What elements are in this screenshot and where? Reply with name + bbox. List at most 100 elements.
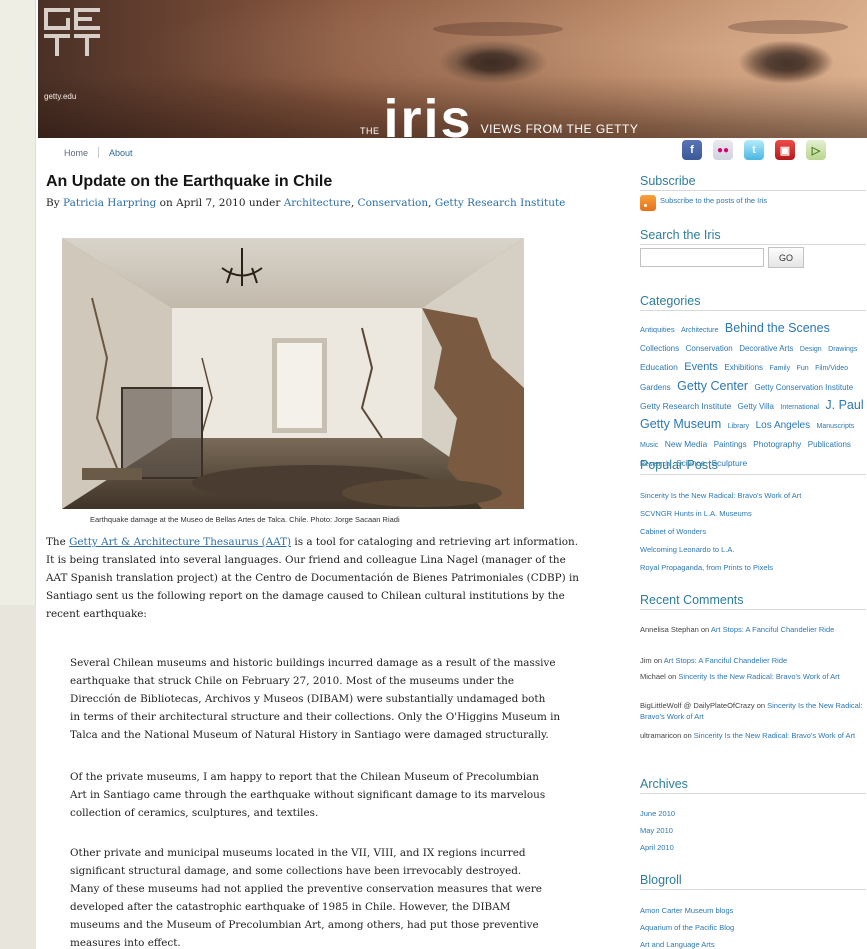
comment-on: on bbox=[653, 656, 663, 665]
category-tag[interactable]: Decorative Arts bbox=[739, 344, 793, 353]
intro-line: The Getty Art & Architecture Thesaurus (… bbox=[46, 533, 586, 551]
category-tag[interactable]: Design bbox=[800, 346, 822, 353]
intro-line-text: is a tool for cataloging and retrieving … bbox=[294, 536, 579, 548]
category-tag[interactable]: Publications bbox=[808, 440, 851, 449]
blockquote-paragraph-1: Several Chilean museums and historic bui… bbox=[70, 654, 570, 744]
category-tag[interactable]: Family bbox=[770, 365, 791, 372]
category-tag[interactable]: Conservation bbox=[686, 344, 733, 353]
recent-comments-heading: Recent Comments bbox=[640, 593, 866, 610]
video-icon[interactable]: ▷ bbox=[806, 140, 826, 160]
category-link[interactable]: Conservation bbox=[358, 197, 429, 209]
search-go-button[interactable]: GO bbox=[768, 247, 804, 268]
category-tag[interactable]: Los Angeles bbox=[756, 420, 811, 431]
byline-by: By bbox=[46, 197, 60, 209]
quote-line: measures into effect. bbox=[70, 937, 181, 949]
comment-post-link[interactable]: Art Stops: A Fanciful Chandelier Ride bbox=[711, 625, 834, 634]
archive-link[interactable]: May 2010 bbox=[640, 825, 866, 836]
popular-post-link[interactable]: Welcoming Leonardo to L.A. bbox=[640, 544, 866, 555]
category-tag[interactable]: Fun bbox=[797, 365, 809, 372]
post-author-link[interactable]: Patricia Harpring bbox=[63, 197, 156, 209]
categories-heading: Categories bbox=[640, 294, 866, 311]
category-tag[interactable]: Photography bbox=[753, 439, 801, 449]
category-tag[interactable]: Library bbox=[728, 423, 749, 430]
category-tag[interactable]: Getty Research Institute bbox=[640, 401, 731, 411]
category-tag[interactable]: Paintings bbox=[714, 440, 747, 449]
quote-line: Dirección de Bibliotecas, Archivos y Mus… bbox=[70, 693, 546, 705]
comment-author: Jim bbox=[640, 656, 652, 665]
twitter-icon[interactable]: t bbox=[744, 140, 764, 160]
popular-post-link[interactable]: Cabinet of Wonders bbox=[640, 526, 866, 537]
archive-link[interactable]: April 2010 bbox=[640, 842, 866, 853]
recent-comment: ultramaricon on Sincerity Is the New Rad… bbox=[640, 730, 866, 741]
intro-line: AAT Spanish translation project) at the … bbox=[46, 572, 579, 584]
popular-post-link[interactable]: SCVNGR Hunts in L.A. Museums bbox=[640, 508, 866, 519]
category-tag[interactable]: Film/Video bbox=[815, 365, 848, 372]
category-tag[interactable]: Getty Villa bbox=[738, 402, 774, 411]
blogroll-link[interactable]: Amon Carter Museum blogs bbox=[640, 905, 866, 916]
quote-line: Several Chilean museums and historic bui… bbox=[70, 657, 556, 669]
category-link[interactable]: Architecture bbox=[284, 197, 351, 209]
search-heading: Search the Iris bbox=[640, 228, 866, 245]
category-tag[interactable]: Education bbox=[640, 362, 678, 372]
blog-title[interactable]: THE iris VIEWS FROM THE GETTY bbox=[360, 92, 638, 146]
facebook-icon[interactable]: f bbox=[682, 140, 702, 160]
quote-line: museums and the Museum of Precolumbian A… bbox=[70, 919, 539, 931]
comment-post-link[interactable]: Art Stops: A Fanciful Chandelier Ride bbox=[664, 656, 787, 665]
category-tag[interactable]: Collections bbox=[640, 344, 679, 353]
blog-title-prefix: THE bbox=[360, 126, 380, 136]
blockquote-paragraph-2: Of the private museums, I am happy to re… bbox=[70, 768, 570, 822]
intro-paragraph: The Getty Art & Architecture Thesaurus (… bbox=[46, 533, 586, 623]
quote-line: Talca and the National Museum of Natural… bbox=[70, 729, 549, 741]
comment-post-link[interactable]: Sincerity Is the New Radical: Bravo's Wo… bbox=[694, 731, 855, 740]
earthquake-damage-photo[interactable] bbox=[62, 238, 524, 509]
category-link[interactable]: Getty Research Institute bbox=[435, 197, 566, 209]
category-tag[interactable]: Getty Center bbox=[677, 379, 748, 393]
archive-link[interactable]: June 2010 bbox=[640, 808, 866, 819]
category-tag[interactable]: New Media bbox=[665, 439, 708, 449]
popular-post-link[interactable]: Royal Propaganda, from Prints to Pixels bbox=[640, 562, 866, 573]
getty-url[interactable]: getty.edu bbox=[44, 92, 76, 101]
subscribe-heading: Subscribe bbox=[640, 174, 866, 191]
comment-on: on bbox=[683, 731, 692, 740]
flickr-icon[interactable]: ●● bbox=[713, 140, 733, 160]
search-input[interactable] bbox=[640, 248, 764, 267]
popular-post-link[interactable]: Sincerity Is the New Radical: Bravo's Wo… bbox=[640, 490, 866, 501]
blockquote-paragraph-3: Other private and municipal museums loca… bbox=[70, 844, 570, 949]
rss-icon[interactable] bbox=[640, 195, 656, 211]
category-tag[interactable]: Exhibitions bbox=[724, 363, 763, 372]
category-cloud: Antiquities Architecture Behind the Scen… bbox=[640, 318, 866, 472]
category-tag[interactable]: Gardens bbox=[640, 383, 671, 392]
blogroll-link[interactable]: Aquarium of the Pacific Blog bbox=[640, 922, 866, 933]
popular-posts-heading: Popular Posts bbox=[640, 458, 866, 475]
recent-comment: Jim on Art Stops: A Fanciful Chandelier … bbox=[640, 655, 866, 666]
nav-divider bbox=[98, 147, 100, 158]
social-icons: f ●● t ▣ ▷ bbox=[682, 140, 826, 160]
category-tag[interactable]: Music bbox=[640, 442, 658, 449]
quote-line: collection of ceramics, sculptures, and … bbox=[70, 807, 319, 819]
quote-line: Of the private museums, I am happy to re… bbox=[70, 771, 539, 783]
nav-home[interactable]: Home bbox=[64, 148, 88, 158]
nav-about[interactable]: About bbox=[109, 148, 133, 158]
aat-link[interactable]: Getty Art & Architecture Thesaurus (AAT) bbox=[69, 536, 291, 548]
quote-line: Many of these museums had not applied th… bbox=[70, 883, 542, 895]
youtube-icon[interactable]: ▣ bbox=[775, 140, 795, 160]
category-tag[interactable]: Drawings bbox=[828, 346, 857, 353]
subscribe-link[interactable]: Subscribe to the posts of the Iris bbox=[660, 195, 860, 206]
category-tag[interactable]: Getty Conservation Institute bbox=[754, 383, 853, 392]
category-tag[interactable]: Architecture bbox=[681, 327, 718, 334]
comment-on: on bbox=[667, 672, 677, 681]
comment-author: ultramaricon bbox=[640, 731, 682, 740]
post-date: on April 7, 2010 under bbox=[159, 197, 281, 209]
quote-line: earthquake that struck Chile on February… bbox=[70, 675, 515, 687]
blogroll-link[interactable]: Art and Language Arts bbox=[640, 939, 866, 949]
category-tag[interactable]: Antiquities bbox=[640, 325, 675, 334]
post-title[interactable]: An Update on the Earthquake in Chile bbox=[46, 173, 332, 191]
comment-author: Annelisa Stephan bbox=[640, 625, 699, 634]
getty-logo[interactable] bbox=[44, 8, 102, 60]
category-tag[interactable]: Behind the Scenes bbox=[725, 321, 830, 335]
comment-author: BigLittleWolf @ DailyPlateOfCrazy bbox=[640, 701, 755, 710]
category-tag[interactable]: Manuscripts bbox=[817, 423, 855, 430]
comment-post-link[interactable]: Sincerity Is the New Radical: Bravo's Wo… bbox=[678, 672, 839, 681]
category-tag[interactable]: International bbox=[780, 404, 819, 411]
category-tag[interactable]: Events bbox=[684, 361, 718, 373]
